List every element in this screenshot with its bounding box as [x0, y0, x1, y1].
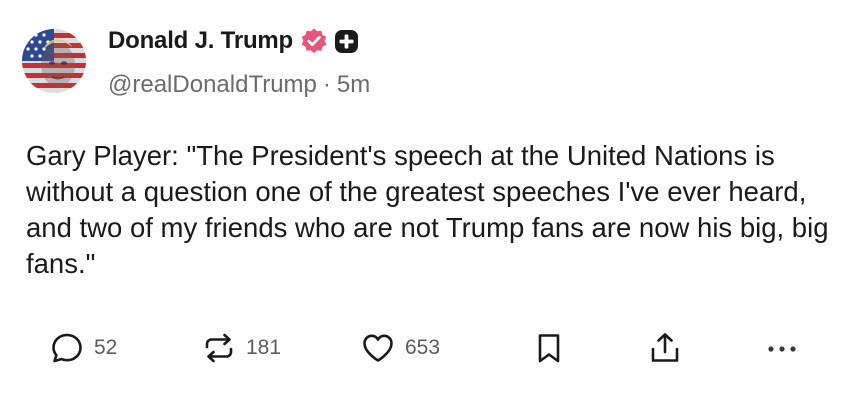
reply-bubble-icon [49, 330, 85, 366]
plus-badge-icon [334, 29, 359, 54]
share-button[interactable] [647, 326, 683, 370]
post-actions: 52 181 653 [0, 326, 862, 370]
post-timestamp[interactable]: 5m [337, 71, 370, 99]
repost-icon [201, 330, 237, 366]
bookmark-button[interactable] [531, 326, 567, 370]
bookmark-icon [531, 330, 567, 366]
avatar[interactable] [22, 29, 86, 93]
heart-icon [360, 330, 396, 366]
repost-count: 181 [246, 336, 282, 359]
post-body-text: Gary Player: "The President's speech at … [26, 140, 837, 279]
meta-separator: · [322, 71, 331, 98]
handle-row: @realDonaldTrump · 5m [108, 70, 370, 100]
like-count: 653 [405, 336, 441, 359]
like-button[interactable]: 653 [360, 326, 440, 370]
verified-badge-icon [300, 27, 328, 55]
repost-button[interactable]: 181 [201, 326, 281, 370]
reply-button[interactable]: 52 [49, 326, 117, 370]
post-header: Donald J. Trump @realDonaldTrump · 5m [108, 26, 370, 100]
avatar-image [22, 29, 86, 93]
reply-count: 52 [94, 336, 118, 359]
author-handle[interactable]: @realDonaldTrump [108, 71, 317, 99]
more-dots-icon [764, 330, 800, 366]
author-display-name[interactable]: Donald J. Trump [108, 27, 293, 55]
post-card: Donald J. Trump @realDonaldTrump · 5m Ga… [0, 0, 862, 400]
more-options-button[interactable] [764, 326, 800, 370]
share-icon [647, 330, 683, 366]
name-row: Donald J. Trump [108, 26, 370, 56]
